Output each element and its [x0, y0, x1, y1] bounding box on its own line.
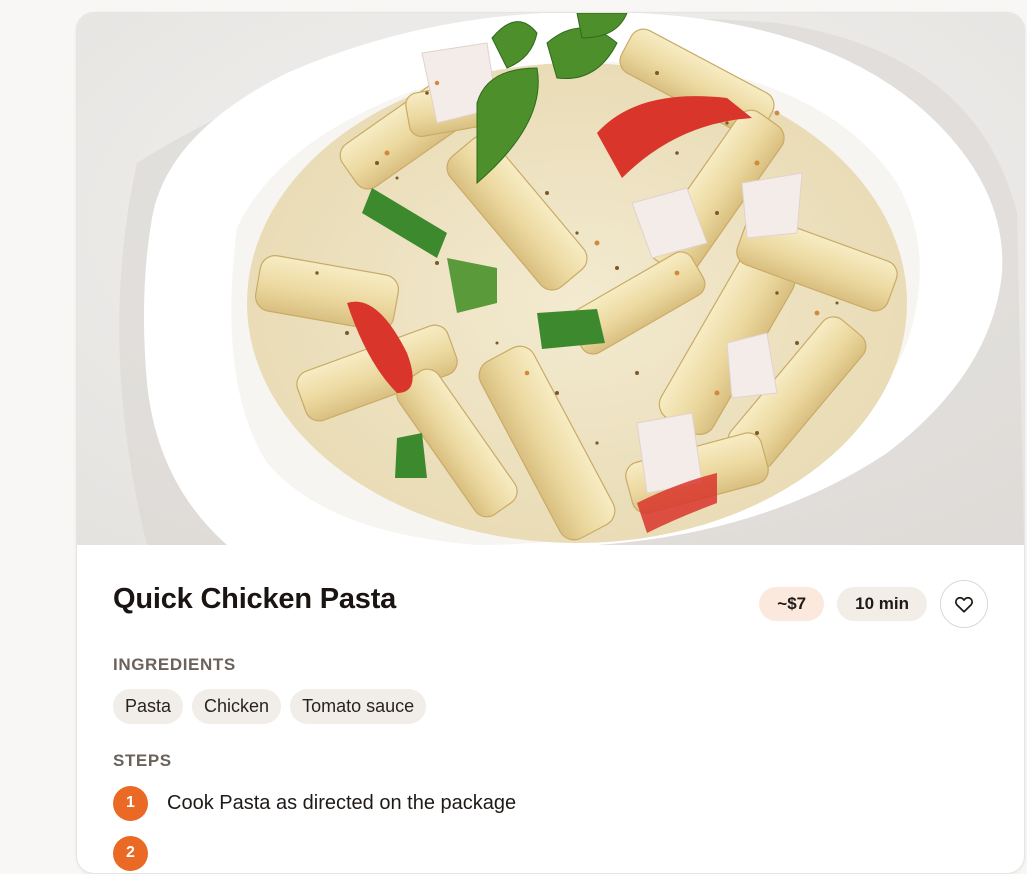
favorite-button[interactable]: [940, 580, 988, 628]
recipe-image: [77, 13, 1024, 545]
recipe-meta: ~$7 10 min: [759, 580, 988, 628]
step-item: 2: [113, 835, 516, 871]
ingredient-list: Pasta Chicken Tomato sauce: [113, 689, 427, 724]
step-text: Cook Pasta as directed on the package: [167, 791, 517, 814]
time-badge: 10 min: [837, 587, 927, 621]
recipe-card: Quick Chicken Pasta ~$7 10 min INGREDIEN…: [76, 12, 1025, 874]
ingredient-chip: Pasta: [113, 689, 184, 724]
price-badge: ~$7: [759, 587, 825, 621]
steps-list: 1 Cook Pasta as directed on the package …: [113, 785, 516, 873]
recipe-title: Quick Chicken Pasta: [113, 583, 397, 615]
steps-heading: STEPS: [113, 751, 172, 770]
step-number: 1: [113, 785, 148, 821]
step-item: 1 Cook Pasta as directed on the package: [113, 785, 516, 821]
ingredients-heading: INGREDIENTS: [113, 655, 236, 674]
ingredient-chip: Tomato sauce: [290, 689, 427, 724]
heart-outline-icon: [954, 596, 974, 613]
ingredient-chip: Chicken: [192, 689, 282, 724]
